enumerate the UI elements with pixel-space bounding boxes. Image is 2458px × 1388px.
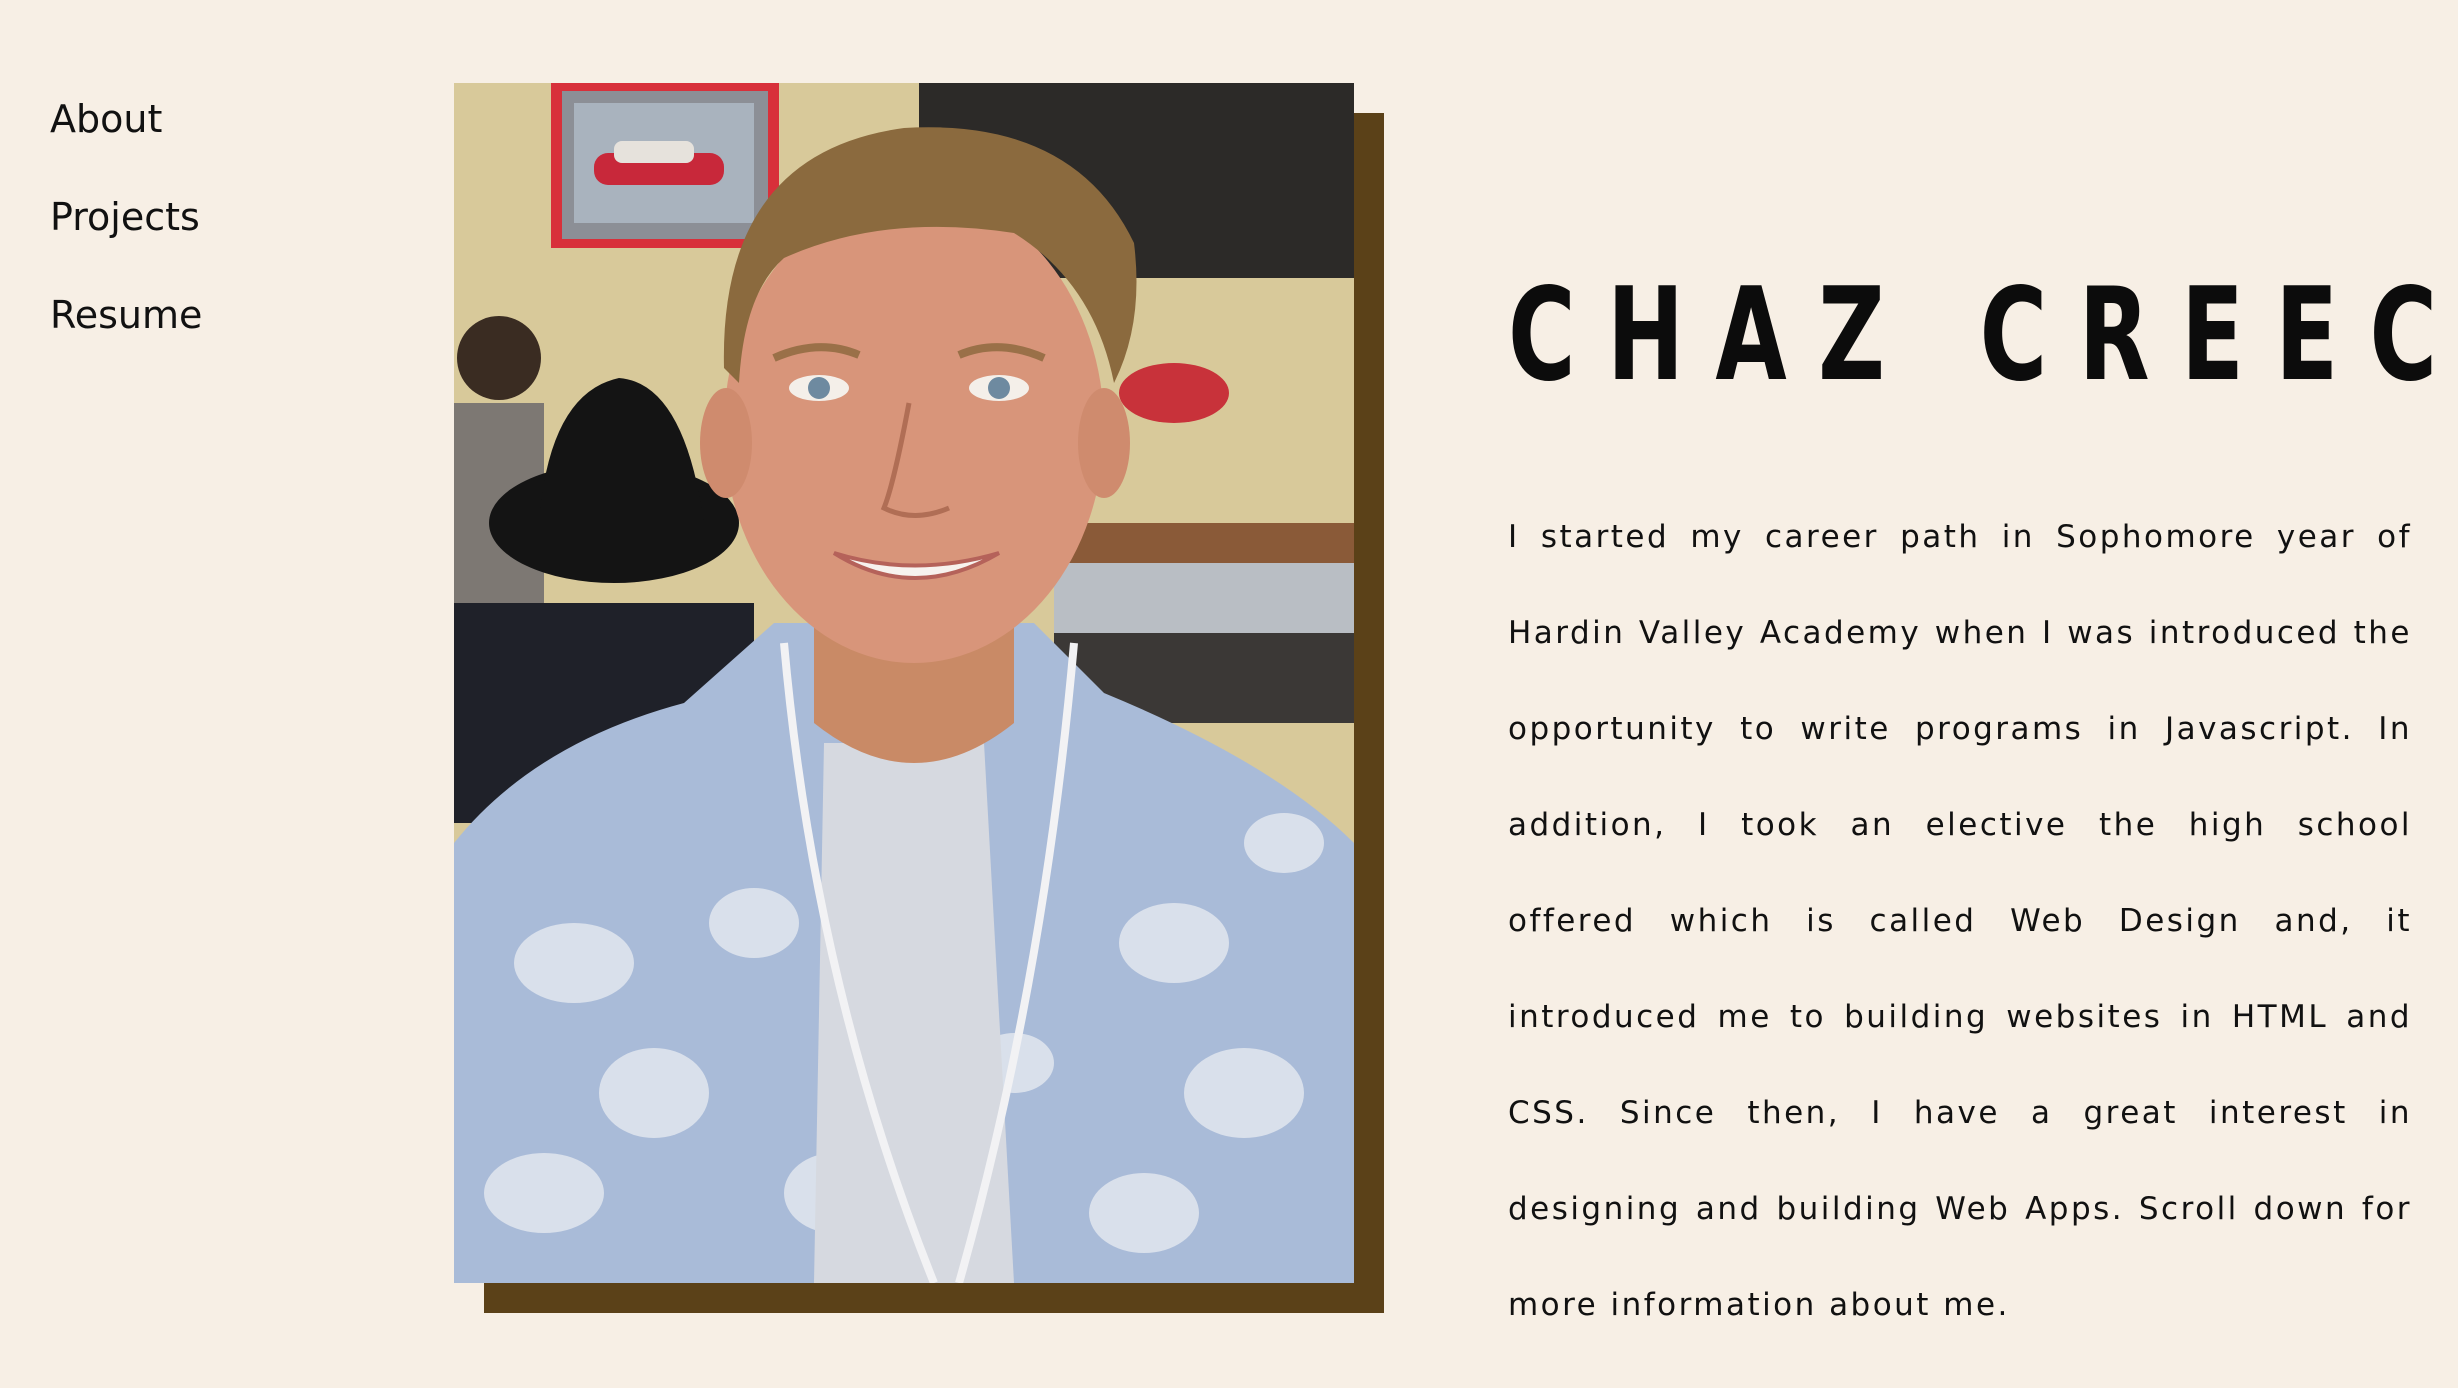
nav-link-projects[interactable]: Projects: [50, 198, 202, 236]
bio-paragraph: I started my career path in Sophomore ye…: [1508, 519, 2412, 1323]
profile-photo: [454, 83, 1354, 1283]
profile-photo-illustration: [454, 83, 1354, 1283]
nav-link-resume[interactable]: Resume: [50, 296, 202, 334]
nav-link-about[interactable]: About: [50, 100, 202, 138]
page-title: CHAZ CREECH: [1508, 260, 2458, 410]
sidebar-nav: About Projects Resume: [50, 100, 202, 394]
portfolio-page: About Projects Resume CHAZ CREE I starte…: [0, 0, 2458, 1388]
